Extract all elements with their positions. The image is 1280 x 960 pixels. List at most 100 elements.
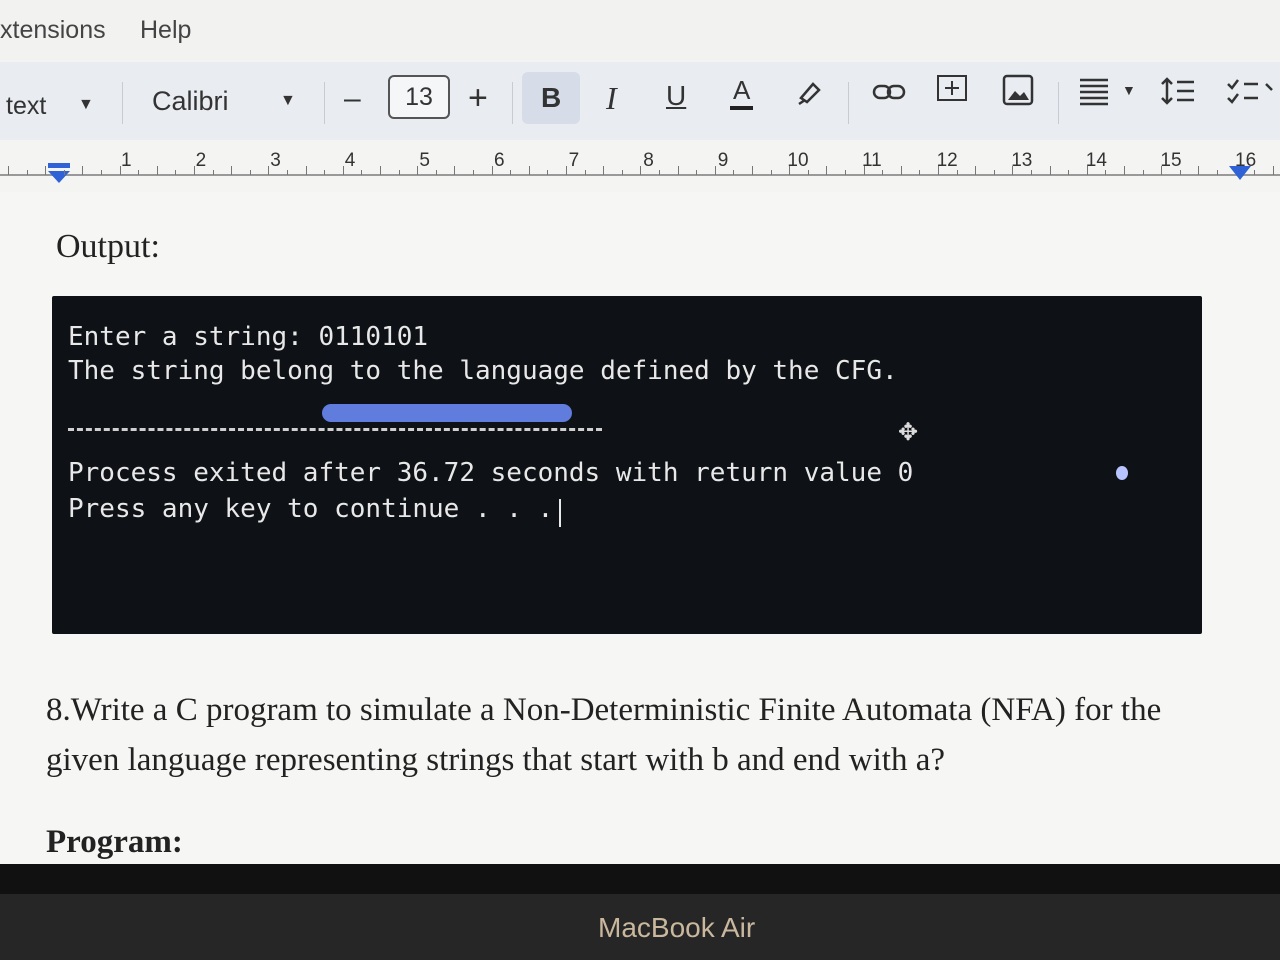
right-indent-marker-icon[interactable] (1228, 160, 1252, 182)
chevron-down-icon[interactable]: ▼ (78, 96, 94, 114)
ruler-tick (1012, 166, 1014, 175)
ruler-number: 2 (195, 150, 207, 171)
ruler-tick (1217, 170, 1218, 175)
bold-button[interactable]: B (541, 82, 561, 114)
output-heading: Output: (56, 228, 160, 265)
link-icon[interactable] (872, 80, 906, 104)
ruler-tick (714, 166, 716, 175)
ruler-tick (26, 170, 28, 175)
checklist-icon[interactable] (1226, 76, 1276, 106)
font-family-select[interactable]: Calibri (152, 86, 229, 117)
ruler-tick (1142, 170, 1144, 175)
move-icon: ✥ (898, 419, 919, 446)
ruler-tick (938, 166, 939, 175)
ruler-tick (138, 170, 140, 175)
chevron-down-icon[interactable]: ▼ (280, 92, 296, 110)
document-page[interactable]: Output: Enter a string: 0110101 The stri… (0, 192, 1280, 864)
line-spacing-icon[interactable] (1160, 76, 1196, 106)
ruler-tick (1105, 170, 1107, 175)
ruler-number: 1 (121, 150, 132, 171)
ruler-tick (770, 170, 772, 175)
toolbar-divider (324, 82, 325, 124)
paragraph-style-select[interactable]: text (6, 92, 46, 121)
insert-image-icon[interactable] (1002, 74, 1034, 106)
indent-marker-icon[interactable] (46, 162, 72, 184)
ruler-tick (1161, 166, 1163, 175)
text-color-button[interactable]: A (730, 74, 754, 110)
menu-extensions[interactable]: xtensions (0, 16, 106, 45)
ruler-tick (1124, 166, 1125, 175)
ruler-tick (956, 170, 958, 175)
ruler-tick (621, 170, 623, 175)
ruler-tick (45, 166, 47, 175)
ruler-tick (1254, 170, 1256, 175)
ruler-tick (547, 170, 549, 175)
ruler-number: 10 (787, 150, 809, 171)
ruler-tick (342, 166, 344, 175)
ruler-number: 8 (643, 150, 654, 171)
terminal-line: Process exited after 36.72 seconds with … (68, 458, 914, 488)
italic-button[interactable]: I (606, 80, 617, 117)
ruler-tick (807, 170, 809, 175)
ruler-tick (1272, 166, 1274, 175)
toolbar-divider (848, 82, 849, 124)
menu-help[interactable]: Help (140, 16, 191, 45)
ruler-tick (900, 166, 902, 175)
text-cursor (559, 498, 562, 527)
ruler-number: 4 (344, 150, 356, 171)
ruler-tick (603, 166, 605, 175)
horizontal-ruler: 1 2 3 4 5 6 7 8 9 10 11 12 13 14 15 16 (0, 140, 1280, 192)
screen-edge (0, 864, 1280, 894)
glare-dot (1116, 466, 1128, 480)
underline-button[interactable]: U (666, 80, 686, 112)
ruler-tick (473, 170, 474, 175)
ruler-tick (194, 166, 195, 175)
ruler-tick (1068, 170, 1070, 175)
increase-font-size-button[interactable]: + (468, 79, 488, 118)
ruler-tick (101, 170, 102, 175)
ruler-tick (82, 166, 84, 175)
ruler-tick (510, 170, 512, 175)
ruler-tick (156, 166, 158, 175)
ruler-tick (231, 166, 233, 175)
smudge-mark (322, 404, 572, 422)
ruler-number: 12 (936, 150, 958, 171)
ruler-tick (566, 166, 567, 175)
highlight-pen-icon[interactable] (795, 76, 825, 106)
ruler-tick (398, 170, 400, 175)
ruler-tick (119, 166, 121, 175)
ruler-tick (1049, 166, 1051, 175)
ruler-tick (249, 170, 251, 175)
ruler-tick (212, 170, 214, 175)
ruler-tick (752, 166, 753, 175)
question-line-2: given language representing strings that… (46, 742, 946, 778)
ruler-tick (324, 170, 326, 175)
ruler-tick (528, 166, 530, 175)
ruler-number: 15 (1160, 150, 1182, 171)
laptop-brand-label: MacBook Air (598, 912, 756, 943)
console-output-screenshot: Enter a string: 0110101 The string belon… (52, 296, 1202, 634)
ruler-number: 11 (862, 150, 882, 171)
terminal-line: Enter a string: 0110101 (68, 322, 429, 352)
terminal-line: The string belong to the language define… (68, 356, 898, 386)
ruler-tick (789, 166, 791, 175)
terminal-divider (68, 428, 602, 431)
decrease-font-size-button[interactable]: – (344, 82, 361, 116)
ruler-number: 6 (494, 150, 505, 171)
laptop-bezel: MacBook Air (0, 894, 1280, 960)
ruler-tick (659, 170, 660, 175)
toolbar-divider (512, 82, 513, 124)
ruler-number: 13 (1011, 150, 1033, 171)
ruler-tick (640, 166, 642, 175)
question-line-1: 8.Write a C program to simulate a Non-De… (46, 692, 1162, 728)
ruler-tick (845, 170, 846, 175)
add-comment-icon[interactable] (936, 74, 968, 106)
ruler-tick (584, 170, 586, 175)
ruler-tick (863, 166, 865, 175)
chevron-down-icon[interactable]: ▼ (1122, 82, 1136, 98)
font-size-input[interactable]: 13 (388, 75, 450, 119)
align-justify-icon[interactable] (1078, 76, 1112, 106)
ruler-tick (993, 170, 995, 175)
ruler-number: 7 (568, 150, 580, 171)
ruler-tick (1086, 166, 1088, 175)
